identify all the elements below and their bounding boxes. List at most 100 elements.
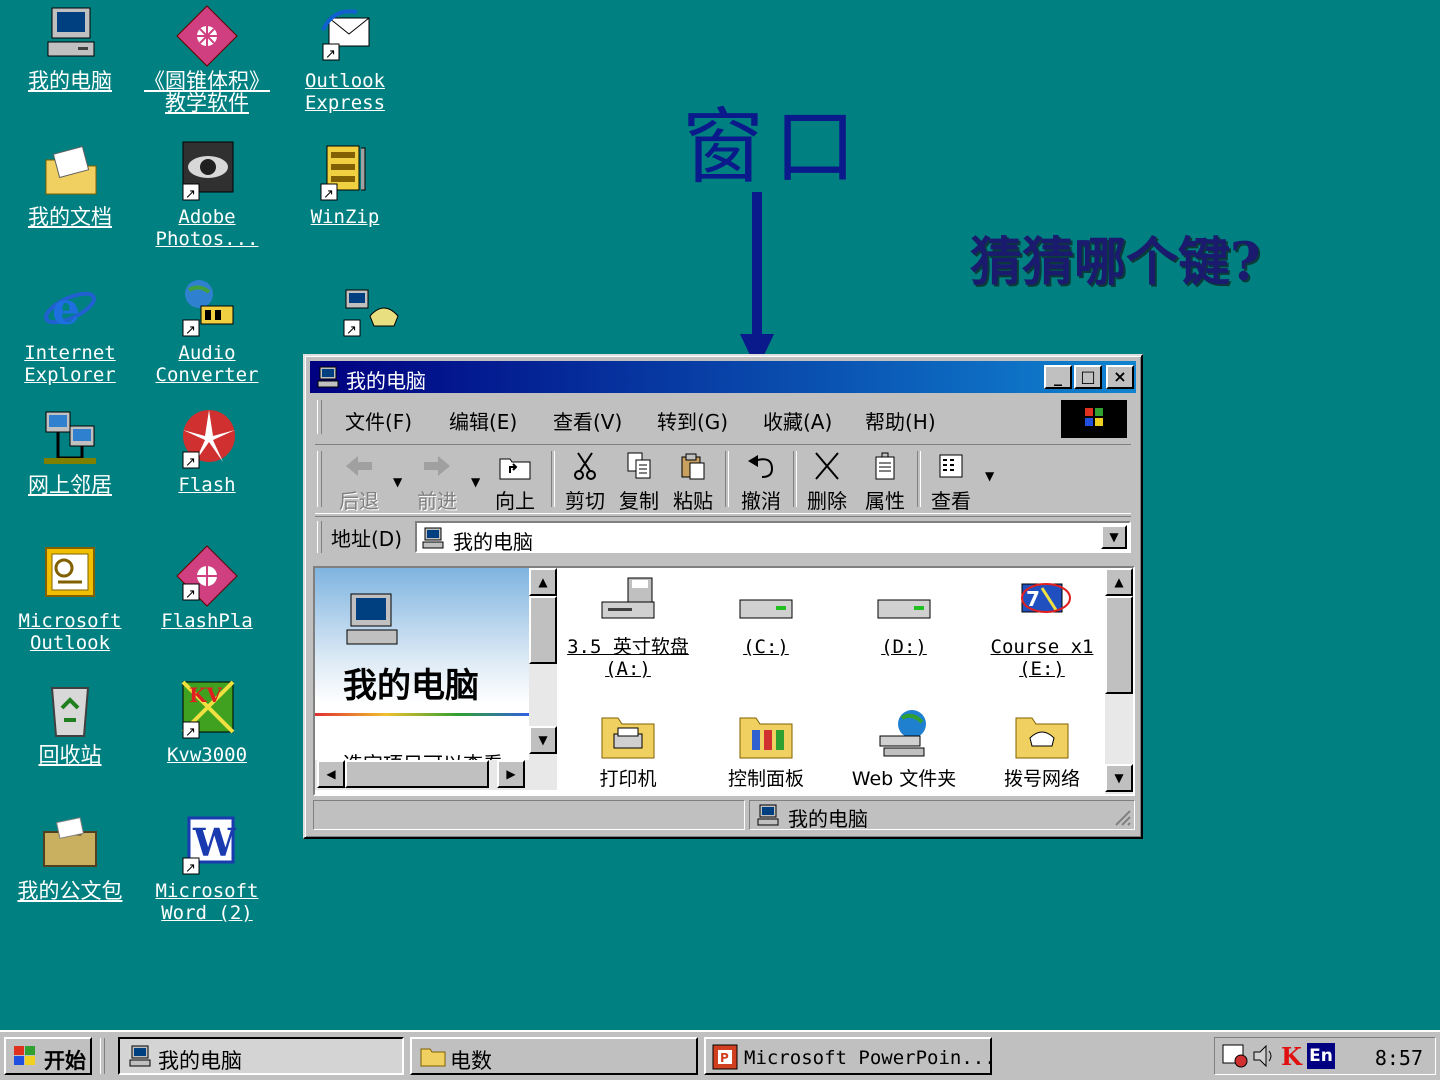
ms-outlook-icon [38, 544, 102, 608]
views-dropdown-icon[interactable]: ▼ [985, 469, 994, 483]
desktop-icon-dialup[interactable]: ↗ [298, 286, 438, 352]
paste-button[interactable]: 粘贴 [665, 449, 721, 513]
forward-dropdown-icon[interactable]: ▼ [471, 475, 480, 489]
desktop-icon-recycle-bin[interactable]: 回收站 [0, 678, 140, 766]
drive-a-item[interactable]: 3.5 英寸软盘 (A:) [563, 576, 693, 680]
content-vertical-scrollbar[interactable]: ▲ ▼ [1105, 568, 1133, 794]
my-documents-icon [38, 140, 102, 204]
addressbar-grip[interactable] [317, 521, 322, 553]
hard-drive-icon [877, 599, 931, 619]
properties-button[interactable]: 属性 [857, 449, 913, 513]
control-panel-item[interactable]: 控制面板 [701, 708, 831, 790]
drive-e-item[interactable]: 7 Course x1 (E:) [977, 576, 1107, 680]
drive-c-item[interactable]: (C:) [701, 576, 831, 658]
desktop-icon-flashplayer[interactable]: ↗ FlashPla [137, 544, 277, 632]
menu-favorites[interactable]: 收藏(A) [763, 406, 832, 435]
volume-speaker-icon[interactable] [1251, 1043, 1277, 1069]
svg-text:↗: ↗ [185, 861, 196, 876]
desktop-icon-audio-converter[interactable]: ↗ Audio Converter [137, 276, 277, 386]
window-titlebar[interactable]: 我的电脑 _ □ × [310, 361, 1136, 393]
paste-label: 粘贴 [673, 489, 713, 513]
delete-x-icon [815, 452, 839, 480]
item-label: 拨号网络 [1003, 768, 1080, 790]
quicklaunch-grip[interactable] [100, 1038, 105, 1074]
copy-icon [627, 452, 651, 479]
desktop-icon-my-documents[interactable]: 我的文档 [0, 140, 140, 228]
scheduler-icon[interactable] [1221, 1043, 1249, 1069]
menu-go[interactable]: 转到(G) [657, 406, 728, 435]
scroll-down-button[interactable]: ▼ [529, 726, 557, 754]
content-scroll-thumb[interactable] [1105, 596, 1133, 694]
menu-file[interactable]: 文件(F) [345, 406, 412, 435]
window-title: 我的电脑 [346, 369, 426, 393]
forward-button[interactable]: 前进 [409, 449, 465, 513]
copy-button[interactable]: 复制 [611, 449, 667, 513]
up-button[interactable]: 向上 [487, 449, 543, 513]
kingsoft-k-icon[interactable]: K [1279, 1043, 1303, 1069]
svg-text:↗: ↗ [185, 187, 196, 202]
desktop-icon-winzip[interactable]: ↗ WinZip [275, 140, 415, 228]
task-powerpoint[interactable]: P Microsoft PowerPoin... [704, 1037, 996, 1075]
task-my-computer[interactable]: 我的电脑 [118, 1037, 404, 1075]
toolbar-grip[interactable] [317, 451, 322, 507]
system-tray: K En 8:57 [1214, 1037, 1436, 1075]
content-scroll-down-button[interactable]: ▼ [1105, 764, 1133, 792]
clock[interactable]: 8:57 [1375, 1046, 1423, 1070]
views-button[interactable]: 查看 [923, 449, 979, 513]
desktop-icon-internet-explorer[interactable]: e Internet Explorer [0, 276, 140, 386]
svg-text:↗: ↗ [323, 187, 334, 202]
desktop-icon-outlook-express[interactable]: ↗ Outlook Express [275, 4, 415, 114]
desktop-icon-label: Kvw3000 [166, 744, 248, 766]
ime-indicator[interactable]: En [1307, 1043, 1335, 1069]
menu-edit[interactable]: 编辑(E) [449, 406, 517, 435]
start-button[interactable]: 开始 [4, 1037, 92, 1075]
dialup-networking-item[interactable]: 拨号网络 [977, 708, 1107, 790]
menu-view[interactable]: 查看(V) [553, 406, 622, 435]
desktop-icon-briefcase[interactable]: 我的公文包 [0, 814, 140, 902]
desktop-icon-flash[interactable]: ↗ Flash [137, 408, 277, 496]
minimize-button[interactable]: _ [1044, 365, 1072, 389]
undo-button[interactable]: 撤消 [733, 449, 789, 513]
desktop-icon-label: 我的文档 [28, 205, 112, 229]
my-computer-icon [317, 366, 339, 388]
content-scroll-up-button[interactable]: ▲ [1105, 568, 1133, 596]
desktop-icon-kvw3000[interactable]: KV ↗ Kvw3000 [137, 678, 277, 766]
standard-toolbar: 后退 ▼ 前进 ▼ 向上 剪切 复制 粘贴 撤消 删除 属性 查看 ▼ [315, 444, 1131, 514]
scroll-up-button[interactable]: ▲ [529, 568, 557, 596]
hscroll-thumb[interactable] [345, 760, 489, 788]
item-label: (D:) [881, 636, 927, 658]
svg-text:K: K [1281, 1043, 1303, 1069]
scroll-thumb[interactable] [529, 596, 557, 664]
printers-item[interactable]: 打印机 [563, 708, 693, 790]
menubar-grip[interactable] [317, 400, 322, 434]
web-folders-item[interactable]: Web 文件夹 [839, 708, 969, 790]
forward-arrow-icon [424, 456, 450, 476]
desktop-icon-microsoft-word[interactable]: W ↗ Microsoft Word (2) [137, 814, 277, 924]
address-dropdown-button[interactable]: ▼ [1101, 525, 1127, 549]
resize-grip-icon[interactable] [1112, 807, 1132, 827]
drive-d-item[interactable]: (D:) [839, 576, 969, 658]
menu-help[interactable]: 帮助(H) [865, 406, 936, 435]
windows-flag-icon [14, 1046, 35, 1065]
scroll-left-button[interactable]: ◀ [317, 760, 345, 788]
maximize-button[interactable]: □ [1074, 365, 1102, 389]
close-button[interactable]: × [1106, 365, 1134, 389]
pane-vertical-scrollbar[interactable]: ▲ ▼ [529, 568, 557, 760]
desktop-icon-network[interactable]: 网上邻居 [0, 408, 140, 496]
desktop-icon-microsoft-outlook[interactable]: Microsoft Outlook [0, 544, 140, 654]
desktop-icon-my-computer[interactable]: 我的电脑 [0, 4, 140, 92]
address-combobox[interactable]: 我的电脑 ▼ [415, 521, 1131, 554]
windows-logo-icon [1061, 400, 1127, 438]
desktop-icon-cone-volume-software[interactable]: 《圆锥体积》 教学软件 [137, 4, 277, 114]
desktop-icon-adobe-photoshop[interactable]: ↗ Adobe Photos... [137, 140, 277, 250]
delete-button[interactable]: 删除 [799, 449, 855, 513]
back-label: 后退 [339, 489, 379, 513]
task-folder[interactable]: 电数 [410, 1037, 698, 1075]
menu-bar: 文件(F) 编辑(E) 查看(V) 转到(G) 收藏(A) 帮助(H) [315, 398, 1131, 438]
cut-button[interactable]: 剪切 [557, 449, 613, 513]
pane-horizontal-scrollbar[interactable]: ◀ ▶ [315, 760, 557, 790]
floppy-icon [601, 577, 655, 619]
back-button[interactable]: 后退 [331, 449, 387, 513]
scroll-right-button[interactable]: ▶ [497, 760, 525, 788]
back-dropdown-icon[interactable]: ▼ [393, 475, 402, 489]
